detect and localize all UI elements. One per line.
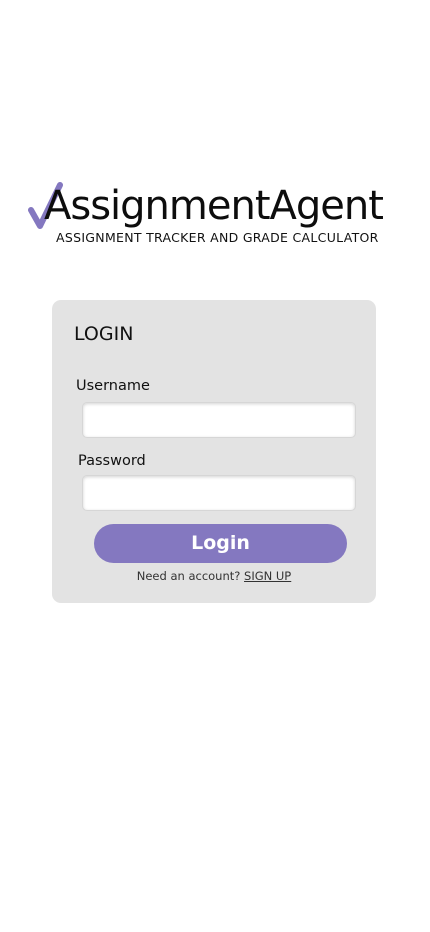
login-button[interactable]: Login bbox=[94, 524, 347, 563]
app-tagline: ASSIGNMENT TRACKER AND GRADE CALCULATOR bbox=[56, 230, 379, 245]
username-input[interactable] bbox=[82, 402, 356, 438]
username-label: Username bbox=[76, 378, 150, 394]
login-title: LOGIN bbox=[74, 323, 134, 345]
app-name: AssignmentAgent bbox=[44, 183, 384, 229]
login-card: LOGIN Username Password Login Need an ac… bbox=[52, 300, 376, 603]
signup-link[interactable]: SIGN UP bbox=[244, 569, 291, 583]
password-input[interactable] bbox=[82, 475, 356, 511]
signup-row: Need an account? SIGN UP bbox=[52, 569, 376, 584]
password-label: Password bbox=[78, 453, 146, 469]
signup-prompt: Need an account? bbox=[136, 569, 245, 583]
app-logo: AssignmentAgent ASSIGNMENT TRACKER AND G… bbox=[28, 180, 408, 250]
